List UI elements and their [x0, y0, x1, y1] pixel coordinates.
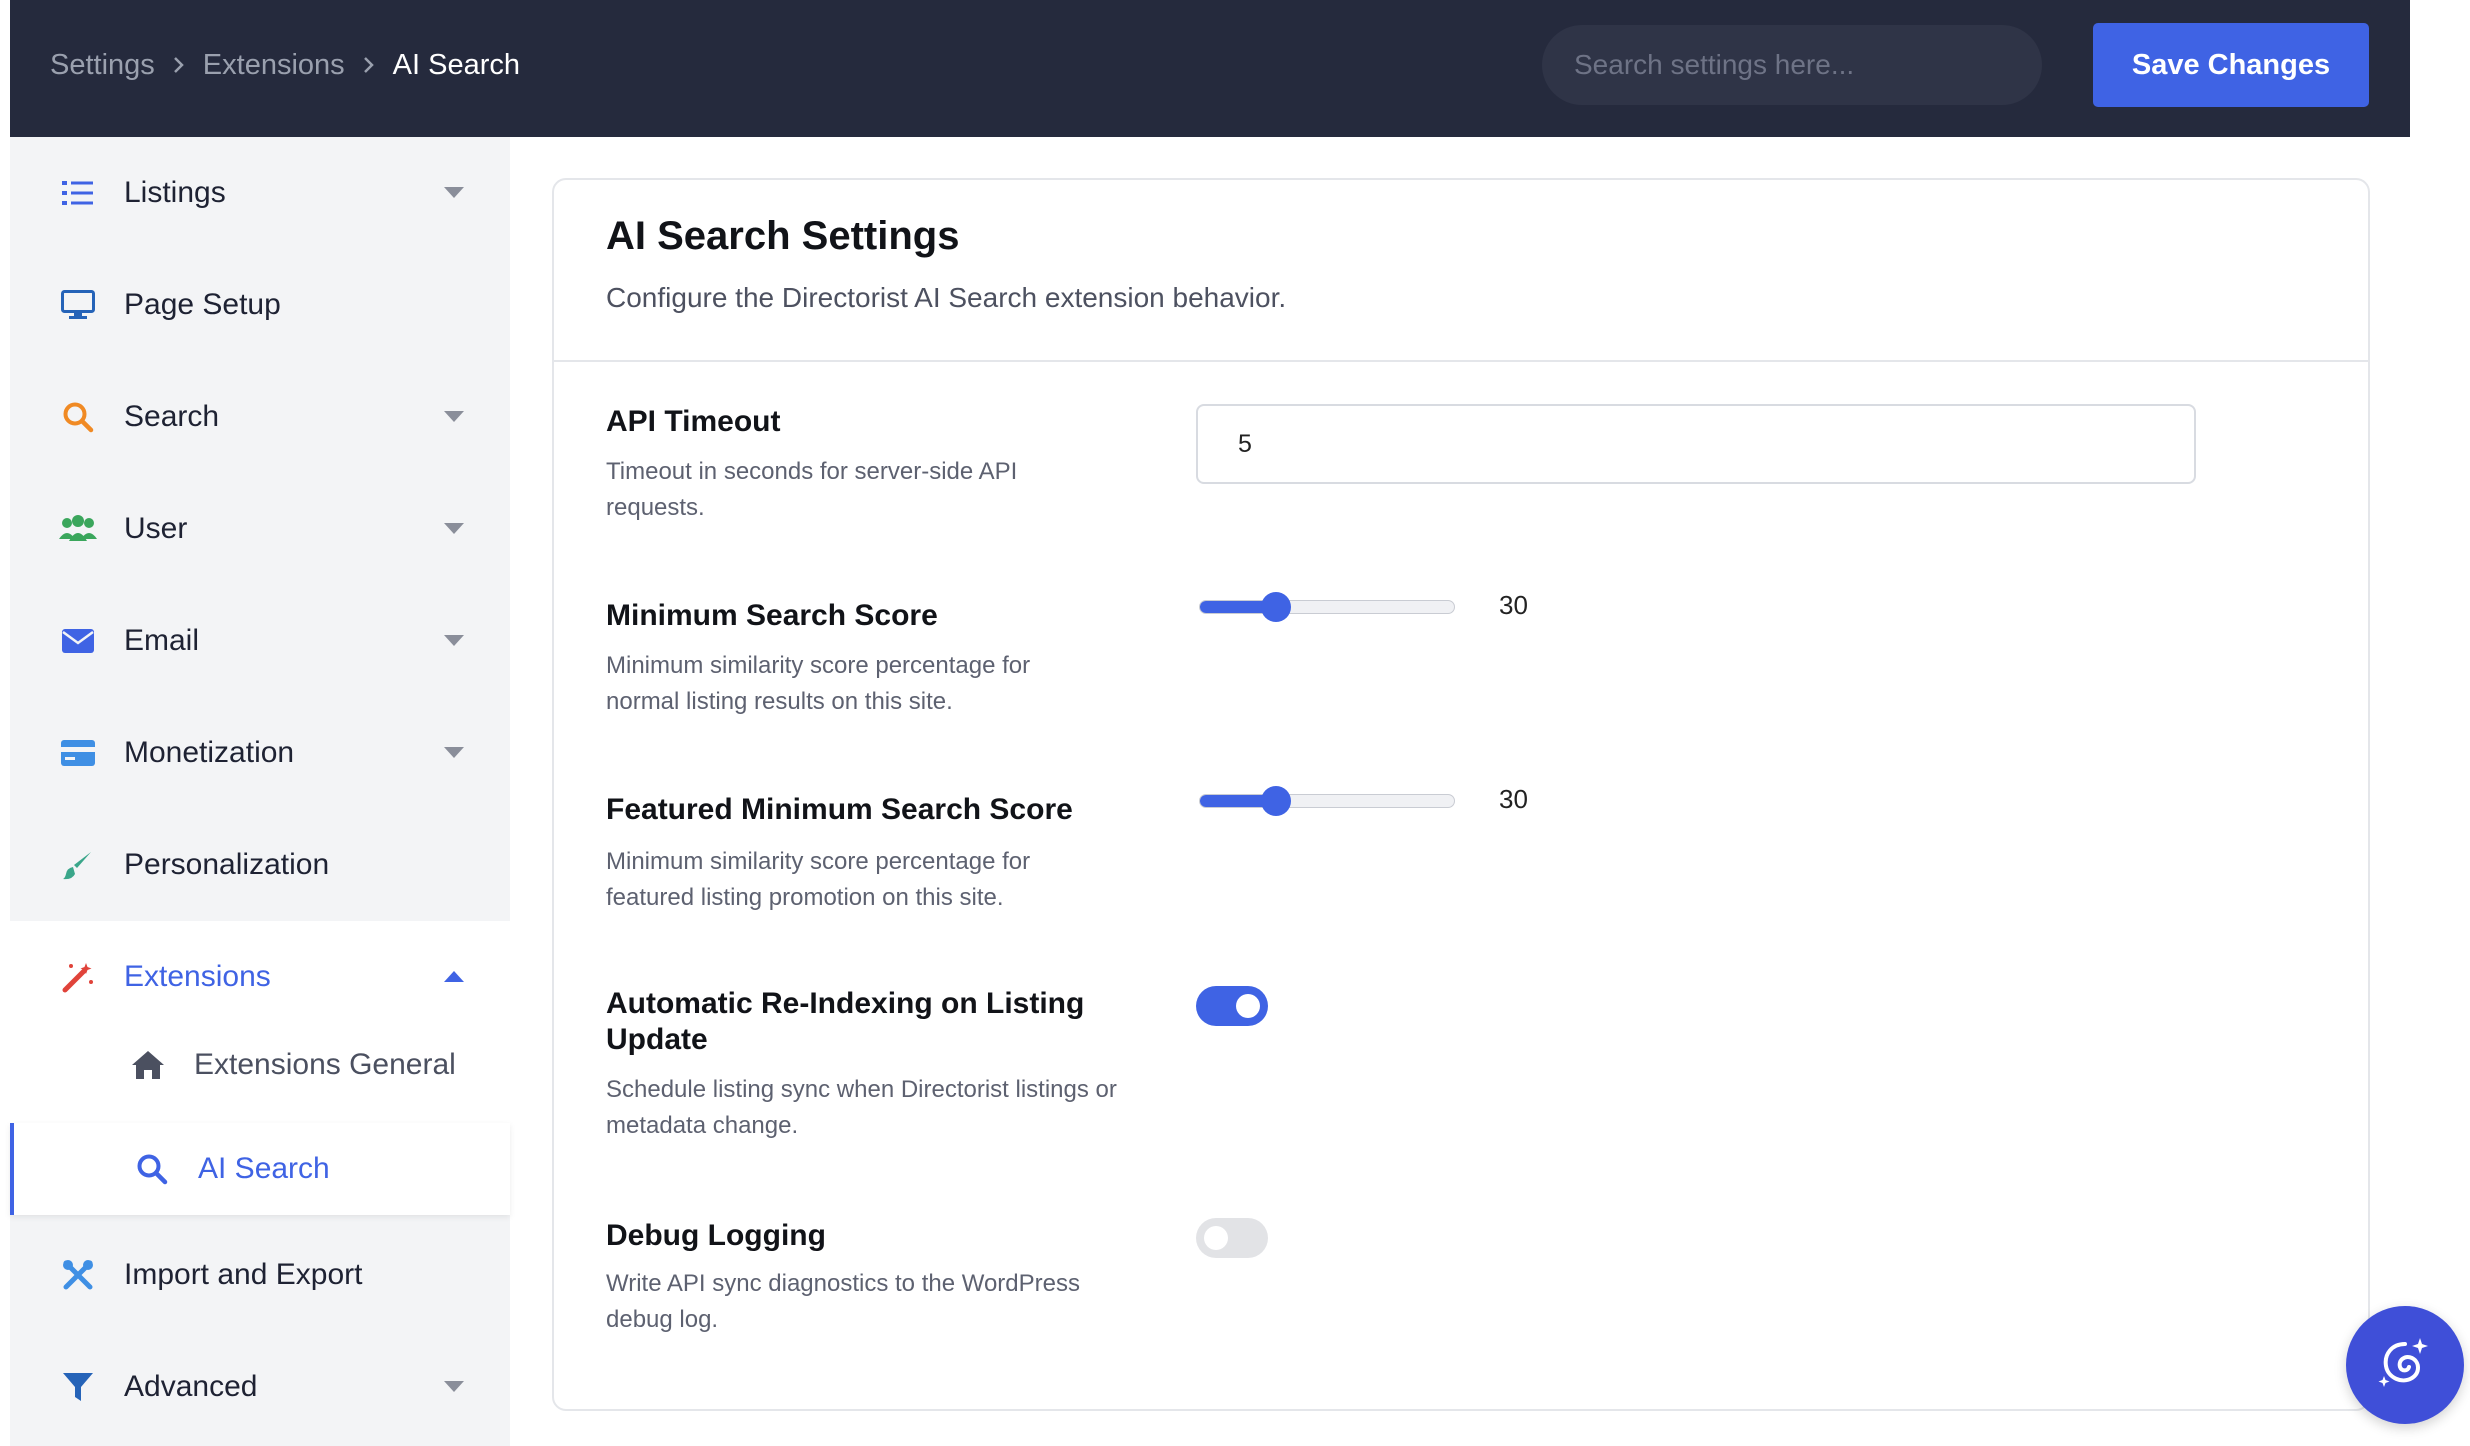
page-subtitle: Configure the Directorist AI Search exte… [606, 282, 1287, 313]
sidebar-item-label: User [124, 512, 188, 545]
brush-icon [58, 845, 98, 885]
min-score-slider[interactable] [1199, 600, 1455, 614]
min-score-slider-handle[interactable] [1260, 592, 1291, 622]
toggle-knob [1236, 994, 1260, 1018]
debug-logging-toggle[interactable] [1196, 1218, 1268, 1258]
card-header: AI Search Settings Configure the Directo… [554, 180, 2368, 362]
sidebar-item-email[interactable]: Email [10, 585, 510, 697]
min-score-value: 30 [1499, 590, 1528, 620]
caret-down-icon[interactable] [442, 517, 466, 541]
sidebar: Listings Page Setup Search User Email Mo… [10, 137, 510, 1446]
filter-icon [58, 1367, 98, 1407]
featured-min-score-slider-handle[interactable] [1260, 786, 1291, 816]
save-changes-button[interactable]: Save Changes [2093, 23, 2369, 107]
sidebar-item-label: Extensions [124, 960, 271, 993]
sidebar-item-label: Search [124, 400, 220, 433]
sidebar-item-label: Import and Export [124, 1258, 363, 1291]
settings-card: AI Search Settings Configure the Directo… [552, 178, 2370, 1411]
tools-icon [58, 1255, 98, 1295]
sidebar-subitem-label: Extensions General [194, 1048, 456, 1081]
list-icon [58, 173, 98, 213]
featured-min-score-title: Featured Minimum Search Score [606, 793, 1073, 826]
breadcrumb-settings[interactable]: Settings [50, 49, 155, 82]
envelope-icon [58, 621, 98, 661]
sidebar-item-user[interactable]: User [10, 473, 510, 585]
sparkle-swirl-icon [2372, 1330, 2438, 1401]
sidebar-item-label: Personalization [124, 848, 330, 881]
api-timeout-desc: Timeout in seconds for server-side API r… [606, 458, 1018, 521]
sidebar-item-monetization[interactable]: Monetization [10, 697, 510, 809]
caret-down-icon[interactable] [442, 181, 466, 205]
settings-search[interactable] [1542, 25, 2042, 105]
top-bar: Settings Extensions AI Search Save Chang… [10, 0, 2410, 137]
min-score-title: Minimum Search Score [606, 599, 938, 632]
sidebar-subitem-ai-search[interactable]: AI Search [10, 1123, 510, 1215]
chevron-right-icon [359, 55, 379, 75]
auto-reindex-desc: Schedule listing sync when Directorist l… [606, 1076, 1117, 1139]
sidebar-item-import-export[interactable]: Import and Export [10, 1219, 510, 1331]
breadcrumb: Settings Extensions AI Search [50, 0, 520, 130]
debug-logging-title: Debug Logging [606, 1219, 826, 1252]
search-icon [132, 1149, 172, 1189]
users-icon [58, 509, 98, 549]
sidebar-item-label: Monetization [124, 736, 295, 769]
auto-reindex-title: Automatic Re-Indexing on Listing Update [606, 987, 1085, 1056]
caret-down-icon[interactable] [442, 629, 466, 653]
breadcrumb-extensions[interactable]: Extensions [203, 49, 345, 82]
caret-down-icon[interactable] [442, 741, 466, 765]
sidebar-item-label: Email [124, 624, 200, 657]
auto-reindex-toggle[interactable] [1196, 986, 1268, 1026]
sidebar-item-label: Listings [124, 176, 226, 209]
sidebar-item-listings[interactable]: Listings [10, 137, 510, 249]
api-timeout-title: API Timeout [606, 405, 781, 438]
sidebar-item-search[interactable]: Search [10, 361, 510, 473]
page-title: AI Search Settings [606, 214, 960, 258]
sidebar-item-extensions[interactable]: Extensions [10, 921, 510, 1033]
sidebar-subitem-label: AI Search [198, 1152, 330, 1185]
breadcrumb-current: AI Search [392, 48, 520, 81]
caret-down-icon[interactable] [442, 1375, 466, 1399]
caret-up-icon[interactable] [442, 965, 466, 989]
toggle-knob [1204, 1226, 1228, 1250]
api-timeout-input[interactable] [1196, 404, 2196, 484]
debug-logging-desc: Write API sync diagnostics to the WordPr… [606, 1270, 1080, 1333]
search-icon [58, 397, 98, 437]
monitor-icon [58, 285, 98, 325]
sidebar-item-personalization[interactable]: Personalization [10, 809, 510, 921]
magic-wand-icon [58, 957, 98, 997]
ai-assistant-button[interactable] [2346, 1306, 2464, 1424]
sidebar-item-advanced[interactable]: Advanced [10, 1331, 510, 1443]
featured-min-score-slider[interactable] [1199, 794, 1455, 808]
featured-min-score-desc: Minimum similarity score percentage for … [606, 848, 1031, 911]
sidebar-item-page-setup[interactable]: Page Setup [10, 249, 510, 361]
credit-card-icon [58, 733, 98, 773]
sidebar-item-label: Page Setup [124, 288, 281, 321]
sidebar-subitem-extensions-general[interactable]: Extensions General [10, 1019, 510, 1111]
chevron-right-icon [169, 55, 189, 75]
min-score-desc: Minimum similarity score percentage for … [606, 652, 1031, 715]
sidebar-item-label: Advanced [124, 1370, 258, 1403]
home-icon [128, 1045, 168, 1085]
featured-min-score-value: 30 [1499, 784, 1528, 814]
caret-down-icon[interactable] [442, 405, 466, 429]
settings-search-input[interactable] [1574, 49, 2014, 81]
